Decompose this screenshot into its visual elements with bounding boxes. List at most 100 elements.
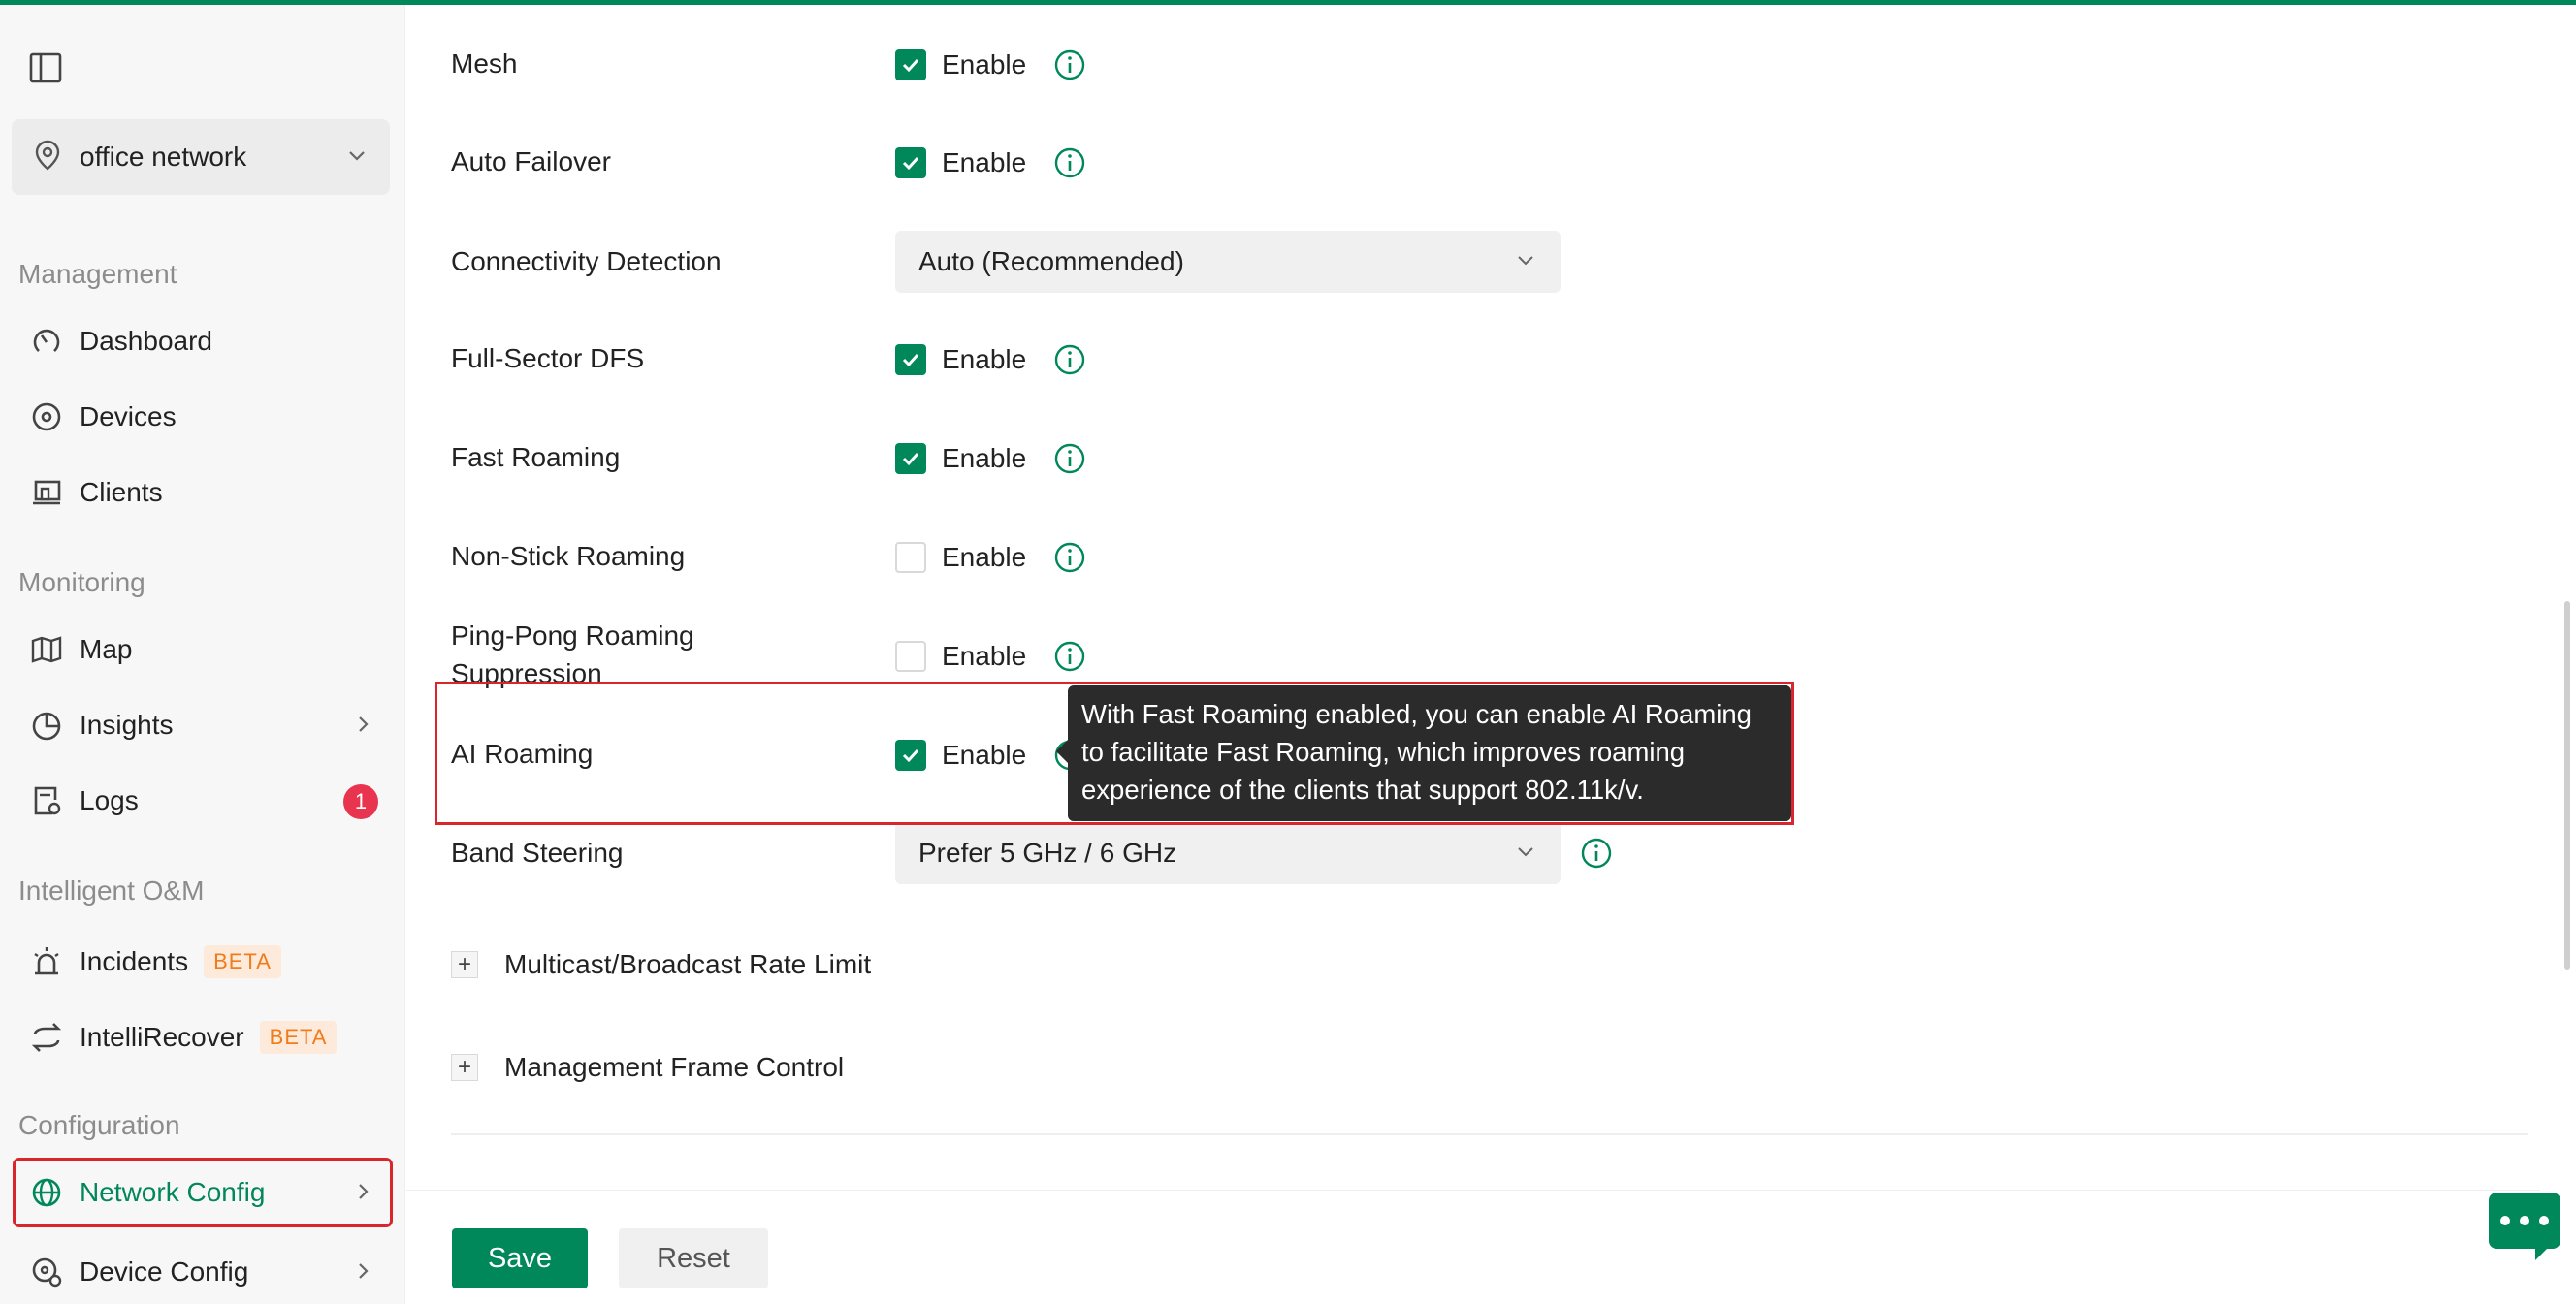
section-multicast-broadcast[interactable]: + Multicast/Broadcast Rate Limit [451, 949, 871, 980]
mesh-checkbox[interactable] [895, 49, 926, 80]
reset-button[interactable]: Reset [619, 1228, 768, 1288]
devices-icon [29, 399, 64, 434]
select-value: Prefer 5 GHz / 6 GHz [918, 838, 1177, 868]
sidebar-item-clients[interactable]: Clients [16, 461, 390, 525]
ai-roaming-tooltip: With Fast Roaming enabled, you can enabl… [1056, 685, 1791, 821]
info-icon[interactable] [1053, 146, 1086, 179]
sidebar-item-devices[interactable]: Devices [16, 385, 390, 449]
sidebar-item-network-config[interactable]: Network Config [13, 1158, 393, 1227]
sidebar-item-intellirecover[interactable]: IntelliRecover BETA [16, 1005, 390, 1069]
notification-badge: 1 [343, 784, 378, 819]
section-management-frame[interactable]: + Management Frame Control [451, 1052, 844, 1083]
device-config-icon [29, 1255, 64, 1289]
sidebar-item-label: IntelliRecover [80, 1022, 244, 1052]
expand-plus-icon: + [451, 1054, 478, 1081]
auto-failover-checkbox[interactable] [895, 147, 926, 178]
info-icon[interactable] [1053, 48, 1086, 81]
sidebar: office network Management Dashboard Devi… [0, 5, 405, 1304]
info-icon[interactable] [1053, 343, 1086, 376]
setting-row-auto-failover: Auto Failover Enable [451, 132, 2488, 190]
expand-plus-icon: + [451, 951, 478, 978]
sidebar-item-logs[interactable]: Logs 1 [16, 769, 390, 833]
chevron-down-icon [345, 143, 369, 172]
section-label-monitoring: Monitoring [18, 567, 145, 597]
site-name: office network [80, 142, 247, 172]
sidebar-item-map[interactable]: Map [16, 618, 390, 682]
checkbox-label: Enable [942, 344, 1027, 374]
location-pin-icon [31, 139, 64, 176]
divider [451, 1133, 2528, 1135]
setting-label: Fast Roaming [451, 442, 621, 472]
fast-roaming-checkbox[interactable] [895, 443, 926, 474]
form-footer: Save Reset [406, 1190, 2540, 1304]
recover-arrows-icon [29, 1020, 64, 1055]
tooltip-line: experience of the clients that support 8… [1081, 775, 1644, 805]
full-sector-dfs-checkbox[interactable] [895, 344, 926, 375]
band-steering-select[interactable]: Prefer 5 GHz / 6 GHz [895, 822, 1561, 884]
sidebar-item-label: Logs [80, 785, 139, 815]
sidebar-toggle-icon[interactable] [27, 49, 64, 86]
section-title: Management Frame Control [504, 1052, 845, 1082]
chevron-right-icon [351, 713, 374, 741]
ping-pong-roaming-checkbox[interactable] [895, 641, 926, 672]
section-label-intelligent: Intelligent O&M [18, 875, 205, 906]
info-icon[interactable] [1580, 837, 1613, 875]
globe-icon [29, 1175, 64, 1210]
scrollbar[interactable] [2564, 601, 2570, 970]
alarm-light-icon [29, 944, 64, 979]
setting-label: Mesh [451, 48, 518, 79]
sidebar-item-label: Device Config [80, 1256, 249, 1287]
checkbox-label: Enable [942, 443, 1027, 473]
main-content: Mesh Enable Auto Failover Enable Connect… [406, 5, 2540, 1304]
info-icon[interactable] [1053, 541, 1086, 574]
setting-label: Band Steering [451, 838, 624, 868]
logs-icon [29, 783, 64, 818]
non-stick-roaming-checkbox[interactable] [895, 542, 926, 573]
setting-label: Ping-Pong Roaming [451, 620, 694, 651]
chat-support-button[interactable] [2489, 1193, 2560, 1260]
checkbox-label: Enable [942, 542, 1027, 572]
sidebar-item-label: Insights [80, 710, 174, 740]
setting-label: Connectivity Detection [451, 246, 722, 276]
section-label-management: Management [18, 259, 177, 289]
setting-row-full-sector-dfs: Full-Sector DFS Enable [451, 329, 2488, 387]
setting-row-connectivity-detection: Connectivity Detection Auto (Recommended… [451, 230, 2488, 294]
sidebar-item-device-config[interactable]: Device Config [16, 1240, 390, 1304]
site-selector[interactable]: office network [12, 119, 390, 195]
chevron-down-icon [1514, 248, 1537, 276]
beta-badge: BETA [259, 1021, 338, 1054]
insights-icon [29, 708, 64, 743]
sidebar-item-label: Clients [80, 477, 163, 507]
chevron-right-icon [351, 1259, 374, 1288]
sidebar-item-label: Devices [80, 401, 177, 431]
sidebar-item-label: Dashboard [80, 326, 212, 356]
sidebar-item-label: Network Config [80, 1177, 266, 1207]
checkbox-label: Enable [942, 641, 1027, 671]
dashboard-icon [29, 324, 64, 359]
section-label-configuration: Configuration [18, 1110, 180, 1140]
save-button[interactable]: Save [452, 1228, 588, 1288]
sidebar-item-dashboard[interactable]: Dashboard [16, 309, 390, 373]
select-value: Auto (Recommended) [918, 246, 1184, 276]
checkbox-label: Enable [942, 49, 1027, 80]
info-icon[interactable] [1053, 640, 1086, 673]
info-icon[interactable] [1053, 442, 1086, 475]
beta-badge: BETA [204, 945, 281, 978]
sidebar-item-label: Map [80, 634, 133, 664]
map-icon [29, 632, 64, 667]
section-title: Multicast/Broadcast Rate Limit [504, 949, 872, 979]
setting-label: Auto Failover [451, 146, 611, 176]
sidebar-item-label: Incidents [80, 946, 189, 976]
setting-row-fast-roaming: Fast Roaming Enable [451, 428, 2488, 486]
setting-row-non-stick-roaming: Non-Stick Roaming Enable [451, 526, 2488, 585]
connectivity-detection-select[interactable]: Auto (Recommended) [895, 231, 1561, 293]
checkbox-label: Enable [942, 147, 1027, 177]
chevron-down-icon [1514, 840, 1537, 868]
sidebar-item-incidents[interactable]: Incidents BETA [16, 930, 390, 994]
sidebar-item-insights[interactable]: Insights [16, 693, 390, 757]
tooltip-line: With Fast Roaming enabled, you can enabl… [1081, 699, 1752, 729]
chevron-right-icon [351, 1180, 374, 1208]
setting-label: Full-Sector DFS [451, 343, 645, 373]
tooltip-line: to facilitate Fast Roaming, which improv… [1081, 737, 1686, 767]
clients-icon [29, 475, 64, 510]
